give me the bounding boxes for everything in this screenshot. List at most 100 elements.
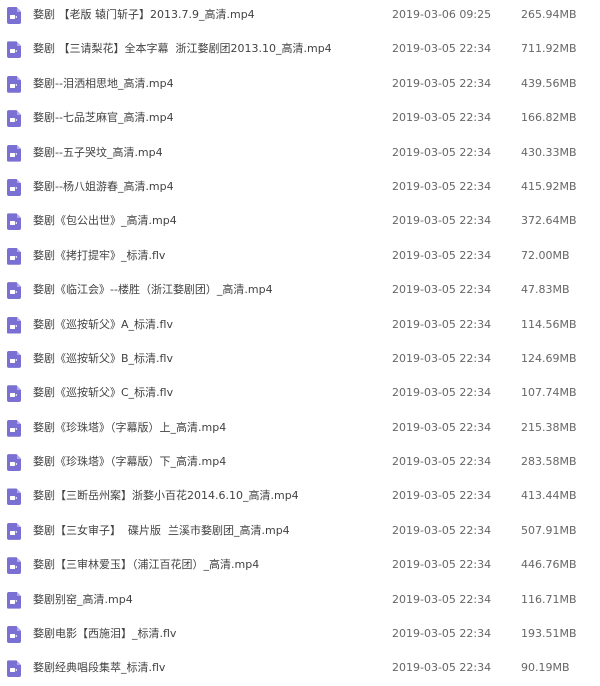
file-row[interactable]: 婺剧 【三请梨花】全本字幕 浙江婺剧团2013.10_高清.mp4 2019-0… xyxy=(0,32,600,66)
file-modified-date: 2019-03-05 22:34 xyxy=(392,214,492,228)
file-size: 711.92MB xyxy=(521,42,577,56)
file-name[interactable]: 婺剧《拷打提牢》_标清.flv xyxy=(33,248,165,264)
file-row[interactable]: 婺剧《珍珠塔》（字幕版）上_高清.mp4 2019-03-05 22:34 21… xyxy=(0,411,600,445)
file-modified-date: 2019-03-05 22:34 xyxy=(392,179,492,193)
video-file-icon xyxy=(7,626,21,644)
file-name[interactable]: 婺剧《临江会》--楼胜（浙江婺剧团）_高清.mp4 xyxy=(33,282,273,298)
file-name[interactable]: 婺剧【三断岳州案】浙婺小百花2014.6.10_高清.mp4 xyxy=(33,488,299,504)
file-size: 166.82MB xyxy=(521,111,577,125)
file-name[interactable]: 婺剧经典唱段集萃_标清.flv xyxy=(33,660,165,676)
file-list: 婺剧 【老版 辕门斩子】2013.7.9_高清.mp4 2019-03-06 0… xyxy=(0,0,600,686)
file-name[interactable]: 婺剧《巡按斩父》A_标清.flv xyxy=(33,317,173,333)
file-size: 116.71MB xyxy=(521,592,577,606)
video-file-icon xyxy=(7,75,21,93)
file-modified-date: 2019-03-05 22:34 xyxy=(392,386,492,400)
file-size: 124.69MB xyxy=(521,351,577,365)
file-modified-date: 2019-03-05 22:34 xyxy=(392,111,492,125)
video-file-icon xyxy=(7,385,21,403)
file-modified-date: 2019-03-05 22:34 xyxy=(392,145,492,159)
file-size: 439.56MB xyxy=(521,76,577,90)
file-name[interactable]: 婺剧--杨八姐游春_高清.mp4 xyxy=(33,179,174,195)
file-size: 430.33MB xyxy=(521,145,577,159)
file-modified-date: 2019-03-05 22:34 xyxy=(392,661,492,675)
file-row[interactable]: 婺剧《拷打提牢》_标清.flv 2019-03-05 22:34 72.00MB xyxy=(0,239,600,273)
file-row[interactable]: 婺剧电影【西施泪】_标清.flv 2019-03-05 22:34 193.51… xyxy=(0,617,600,651)
file-row[interactable]: 婺剧--杨八姐游春_高清.mp4 2019-03-05 22:34 415.92… xyxy=(0,170,600,204)
video-file-icon xyxy=(7,488,21,506)
file-modified-date: 2019-03-05 22:34 xyxy=(392,283,492,297)
file-modified-date: 2019-03-05 22:34 xyxy=(392,489,492,503)
file-name[interactable]: 婺剧 【三请梨花】全本字幕 浙江婺剧团2013.10_高清.mp4 xyxy=(33,41,332,57)
file-name[interactable]: 婺剧【三审林爱玉】（浦江百花团）_高清.mp4 xyxy=(33,557,259,573)
file-modified-date: 2019-03-05 22:34 xyxy=(392,76,492,90)
file-size: 446.76MB xyxy=(521,558,577,572)
file-name[interactable]: 婺剧《珍珠塔》（字幕版）下_高清.mp4 xyxy=(33,454,226,470)
file-size: 372.64MB xyxy=(521,214,577,228)
file-row[interactable]: 婺剧--七品芝麻官_高清.mp4 2019-03-05 22:34 166.82… xyxy=(0,101,600,135)
video-file-icon xyxy=(7,316,21,334)
video-file-icon xyxy=(7,350,21,368)
file-modified-date: 2019-03-05 22:34 xyxy=(392,248,492,262)
file-size: 107.74MB xyxy=(521,386,577,400)
file-row[interactable]: 婺剧别窑_高清.mp4 2019-03-05 22:34 116.71MB xyxy=(0,583,600,617)
file-size: 265.94MB xyxy=(521,8,577,21)
file-name[interactable]: 婺剧《巡按斩父》B_标清.flv xyxy=(33,351,173,367)
file-size: 90.19MB xyxy=(521,661,570,675)
file-size: 47.83MB xyxy=(521,283,570,297)
file-name[interactable]: 婺剧 【老版 辕门斩子】2013.7.9_高清.mp4 xyxy=(33,7,255,23)
file-name[interactable]: 婺剧--五子哭坟_高清.mp4 xyxy=(33,145,163,161)
file-modified-date: 2019-03-06 09:25 xyxy=(392,8,492,21)
video-file-icon xyxy=(7,7,21,24)
file-name[interactable]: 婺剧【三女审子】 碟片版 兰溪市婺剧团_高清.mp4 xyxy=(33,523,290,539)
video-file-icon xyxy=(7,282,21,300)
file-name[interactable]: 婺剧《巡按斩父》C_标清.flv xyxy=(33,385,173,401)
video-file-icon xyxy=(7,522,21,540)
video-file-icon xyxy=(7,213,21,231)
file-row[interactable]: 婺剧经典唱段集萃_标清.flv 2019-03-05 22:34 90.19MB xyxy=(0,651,600,685)
file-size: 283.58MB xyxy=(521,455,577,469)
file-size: 114.56MB xyxy=(521,317,577,331)
video-file-icon xyxy=(7,591,21,609)
file-size: 507.91MB xyxy=(521,523,577,537)
file-row[interactable]: 婺剧《巡按斩父》A_标清.flv 2019-03-05 22:34 114.56… xyxy=(0,308,600,342)
file-modified-date: 2019-03-05 22:34 xyxy=(392,455,492,469)
file-size: 72.00MB xyxy=(521,248,570,262)
file-row[interactable]: 婺剧《巡按斩父》C_标清.flv 2019-03-05 22:34 107.74… xyxy=(0,376,600,410)
file-name[interactable]: 婺剧《珍珠塔》（字幕版）上_高清.mp4 xyxy=(33,420,226,436)
video-file-icon xyxy=(7,454,21,472)
file-row[interactable]: 婺剧【三断岳州案】浙婺小百花2014.6.10_高清.mp4 2019-03-0… xyxy=(0,479,600,513)
file-modified-date: 2019-03-05 22:34 xyxy=(392,627,492,641)
file-modified-date: 2019-03-05 22:34 xyxy=(392,317,492,331)
file-name[interactable]: 婺剧别窑_高清.mp4 xyxy=(33,592,133,608)
file-modified-date: 2019-03-05 22:34 xyxy=(392,42,492,56)
file-row[interactable]: 婺剧《巡按斩父》B_标清.flv 2019-03-05 22:34 124.69… xyxy=(0,342,600,376)
file-row[interactable]: 婺剧 【老版 辕门斩子】2013.7.9_高清.mp4 2019-03-06 0… xyxy=(0,0,600,32)
file-row[interactable]: 婺剧【三审林爱玉】（浦江百花团）_高清.mp4 2019-03-05 22:34… xyxy=(0,548,600,582)
file-row[interactable]: 婺剧《临江会》--楼胜（浙江婺剧团）_高清.mp4 2019-03-05 22:… xyxy=(0,273,600,307)
file-name[interactable]: 婺剧《包公出世》_高清.mp4 xyxy=(33,213,177,229)
file-name[interactable]: 婺剧--七品芝麻官_高清.mp4 xyxy=(33,110,174,126)
file-row[interactable]: 婺剧【三女审子】 碟片版 兰溪市婺剧团_高清.mp4 2019-03-05 22… xyxy=(0,514,600,548)
file-modified-date: 2019-03-05 22:34 xyxy=(392,351,492,365)
file-row[interactable]: 婺剧《珍珠塔》（字幕版）下_高清.mp4 2019-03-05 22:34 28… xyxy=(0,445,600,479)
file-modified-date: 2019-03-05 22:34 xyxy=(392,558,492,572)
video-file-icon xyxy=(7,557,21,575)
file-row[interactable]: 婺剧--五子哭坟_高清.mp4 2019-03-05 22:34 430.33M… xyxy=(0,136,600,170)
file-row[interactable]: 婺剧《包公出世》_高清.mp4 2019-03-05 22:34 372.64M… xyxy=(0,204,600,238)
file-row[interactable]: 婺剧--泪洒相思地_高清.mp4 2019-03-05 22:34 439.56… xyxy=(0,67,600,101)
file-size: 415.92MB xyxy=(521,179,577,193)
video-file-icon xyxy=(7,660,21,678)
file-size: 193.51MB xyxy=(521,627,577,641)
file-size: 215.38MB xyxy=(521,420,577,434)
file-size: 413.44MB xyxy=(521,489,577,503)
video-file-icon xyxy=(7,178,21,196)
file-name[interactable]: 婺剧--泪洒相思地_高清.mp4 xyxy=(33,76,174,92)
file-modified-date: 2019-03-05 22:34 xyxy=(392,592,492,606)
video-file-icon xyxy=(7,247,21,265)
video-file-icon xyxy=(7,419,21,437)
file-modified-date: 2019-03-05 22:34 xyxy=(392,420,492,434)
file-name[interactable]: 婺剧电影【西施泪】_标清.flv xyxy=(33,626,176,642)
video-file-icon xyxy=(7,144,21,162)
video-file-icon xyxy=(7,110,21,128)
video-file-icon xyxy=(7,41,21,59)
